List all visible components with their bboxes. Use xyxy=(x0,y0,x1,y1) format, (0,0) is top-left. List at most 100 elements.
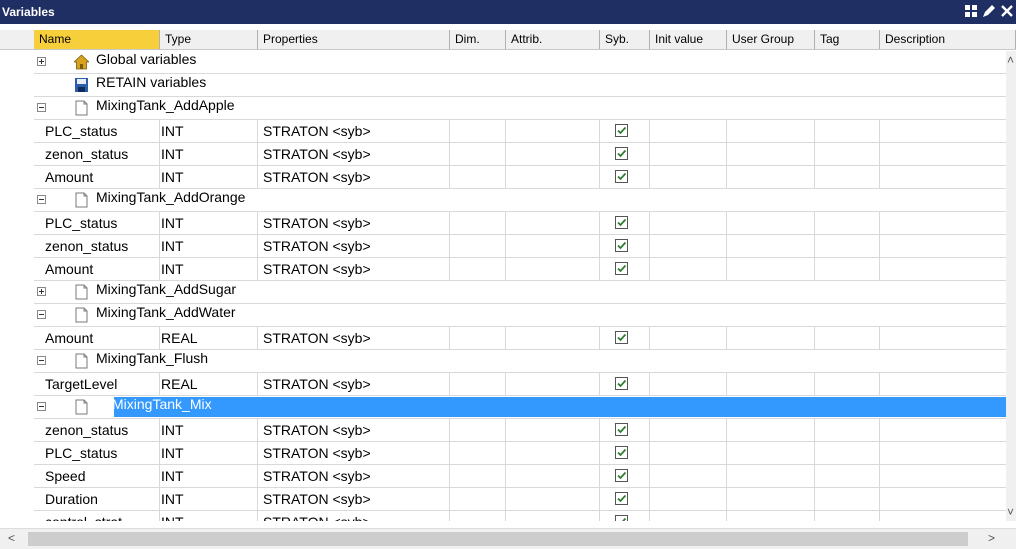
table-row[interactable]: control_stratINTSTRATON <syb> xyxy=(34,511,1006,521)
dim-cell[interactable] xyxy=(450,419,506,441)
name-cell[interactable]: Duration xyxy=(34,488,160,510)
tag-cell[interactable] xyxy=(815,258,880,280)
syb-checkbox[interactable] xyxy=(615,446,628,459)
desc-cell[interactable] xyxy=(880,488,1006,510)
type-cell[interactable]: INT xyxy=(160,258,258,280)
table-row[interactable]: zenon_status INT STRATON <syb> xyxy=(34,419,1006,442)
dim-cell[interactable] xyxy=(450,235,506,257)
table-row[interactable]: PLC_status INT STRATON <syb> xyxy=(34,212,1006,235)
usergroup-cell[interactable] xyxy=(727,442,815,464)
init-cell[interactable] xyxy=(650,235,727,257)
table-row[interactable]: PLC_status INT STRATON <syb> xyxy=(34,120,1006,143)
syb-checkbox[interactable] xyxy=(615,147,628,160)
attrib-cell[interactable] xyxy=(506,327,600,349)
table-row[interactable]: PLC_status INT STRATON <syb> xyxy=(34,442,1006,465)
dim-cell[interactable] xyxy=(450,488,506,510)
name-cell[interactable]: PLC_status xyxy=(34,120,160,142)
syb-checkbox[interactable] xyxy=(615,239,628,252)
collapse-icon[interactable] xyxy=(37,103,46,112)
attrib-cell[interactable] xyxy=(506,166,600,188)
attrib-cell[interactable] xyxy=(506,442,600,464)
usergroup-cell[interactable] xyxy=(727,465,815,487)
tag-cell[interactable] xyxy=(815,166,880,188)
table-row[interactable]: zenon_status INT STRATON <syb> xyxy=(34,235,1006,258)
dim-cell[interactable] xyxy=(450,327,506,349)
syb-checkbox[interactable] xyxy=(615,515,628,521)
type-cell[interactable]: INT xyxy=(160,166,258,188)
tag-cell[interactable] xyxy=(815,465,880,487)
type-cell[interactable]: INT xyxy=(160,212,258,234)
type-cell[interactable]: INT xyxy=(160,442,258,464)
column-header-usergroup[interactable]: User Group xyxy=(727,30,815,49)
name-cell[interactable]: PLC_status xyxy=(34,442,160,464)
desc-cell[interactable] xyxy=(880,511,1006,521)
usergroup-cell[interactable] xyxy=(727,120,815,142)
init-cell[interactable] xyxy=(650,511,727,521)
column-header-name[interactable]: Name xyxy=(34,30,160,49)
properties-cell[interactable]: STRATON <syb> xyxy=(258,465,450,487)
properties-cell[interactable]: STRATON <syb> xyxy=(258,120,450,142)
group-row[interactable]: MixingTank_Mix xyxy=(34,396,1006,419)
type-cell[interactable]: REAL xyxy=(160,373,258,395)
properties-cell[interactable]: STRATON <syb> xyxy=(258,373,450,395)
properties-cell[interactable]: STRATON <syb> xyxy=(258,258,450,280)
properties-cell[interactable]: STRATON <syb> xyxy=(258,442,450,464)
init-cell[interactable] xyxy=(650,327,727,349)
group-row[interactable]: RETAIN variables xyxy=(34,74,1006,97)
usergroup-cell[interactable] xyxy=(727,166,815,188)
init-cell[interactable] xyxy=(650,442,727,464)
desc-cell[interactable] xyxy=(880,212,1006,234)
desc-cell[interactable] xyxy=(880,166,1006,188)
name-cell[interactable]: TargetLevel xyxy=(34,373,160,395)
syb-checkbox[interactable] xyxy=(615,469,628,482)
dim-cell[interactable] xyxy=(450,143,506,165)
syb-checkbox[interactable] xyxy=(615,262,628,275)
type-cell[interactable]: INT xyxy=(160,419,258,441)
usergroup-cell[interactable] xyxy=(727,488,815,510)
type-cell[interactable]: INT xyxy=(160,143,258,165)
syb-checkbox[interactable] xyxy=(615,216,628,229)
table-row[interactable]: TargetLevel REAL STRATON <syb> xyxy=(34,373,1006,396)
name-cell[interactable]: Speed xyxy=(34,465,160,487)
tag-cell[interactable] xyxy=(815,373,880,395)
attrib-cell[interactable] xyxy=(506,373,600,395)
init-cell[interactable] xyxy=(650,212,727,234)
tag-cell[interactable] xyxy=(815,235,880,257)
dim-cell[interactable] xyxy=(450,511,506,521)
attrib-cell[interactable] xyxy=(506,419,600,441)
desc-cell[interactable] xyxy=(880,442,1006,464)
attrib-cell[interactable] xyxy=(506,120,600,142)
layout-icon[interactable] xyxy=(964,4,978,18)
properties-cell[interactable]: STRATON <syb> xyxy=(258,327,450,349)
syb-checkbox[interactable] xyxy=(615,423,628,436)
close-icon[interactable] xyxy=(1000,4,1014,18)
table-row[interactable]: Duration INT STRATON <syb> xyxy=(34,488,1006,511)
type-cell[interactable]: REAL xyxy=(160,327,258,349)
table-row[interactable]: Amount INT STRATON <syb> xyxy=(34,166,1006,189)
name-cell[interactable]: zenon_status xyxy=(34,419,160,441)
attrib-cell[interactable] xyxy=(506,511,600,521)
attrib-cell[interactable] xyxy=(506,212,600,234)
tag-cell[interactable] xyxy=(815,120,880,142)
table-row[interactable]: zenon_status INT STRATON <syb> xyxy=(34,143,1006,166)
usergroup-cell[interactable] xyxy=(727,143,815,165)
expand-icon[interactable] xyxy=(37,57,46,66)
desc-cell[interactable] xyxy=(880,143,1006,165)
tag-cell[interactable] xyxy=(815,212,880,234)
type-cell[interactable]: INT xyxy=(160,465,258,487)
properties-cell[interactable]: STRATON <syb> xyxy=(258,235,450,257)
collapse-icon[interactable] xyxy=(37,402,46,411)
properties-cell[interactable]: STRATON <syb> xyxy=(258,419,450,441)
horizontal-scroll-thumb[interactable] xyxy=(28,532,968,546)
vertical-scrollbar[interactable]: ˄ ˅ xyxy=(1006,51,1016,521)
syb-checkbox[interactable] xyxy=(615,377,628,390)
usergroup-cell[interactable] xyxy=(727,212,815,234)
group-row[interactable]: MixingTank_Flush xyxy=(34,350,1006,373)
type-cell[interactable]: INT xyxy=(160,235,258,257)
expand-icon[interactable] xyxy=(37,287,46,296)
desc-cell[interactable] xyxy=(880,373,1006,395)
tag-cell[interactable] xyxy=(815,327,880,349)
syb-checkbox[interactable] xyxy=(615,124,628,137)
name-cell[interactable]: control_strat xyxy=(34,511,160,521)
column-header-properties[interactable]: Properties xyxy=(258,30,450,49)
